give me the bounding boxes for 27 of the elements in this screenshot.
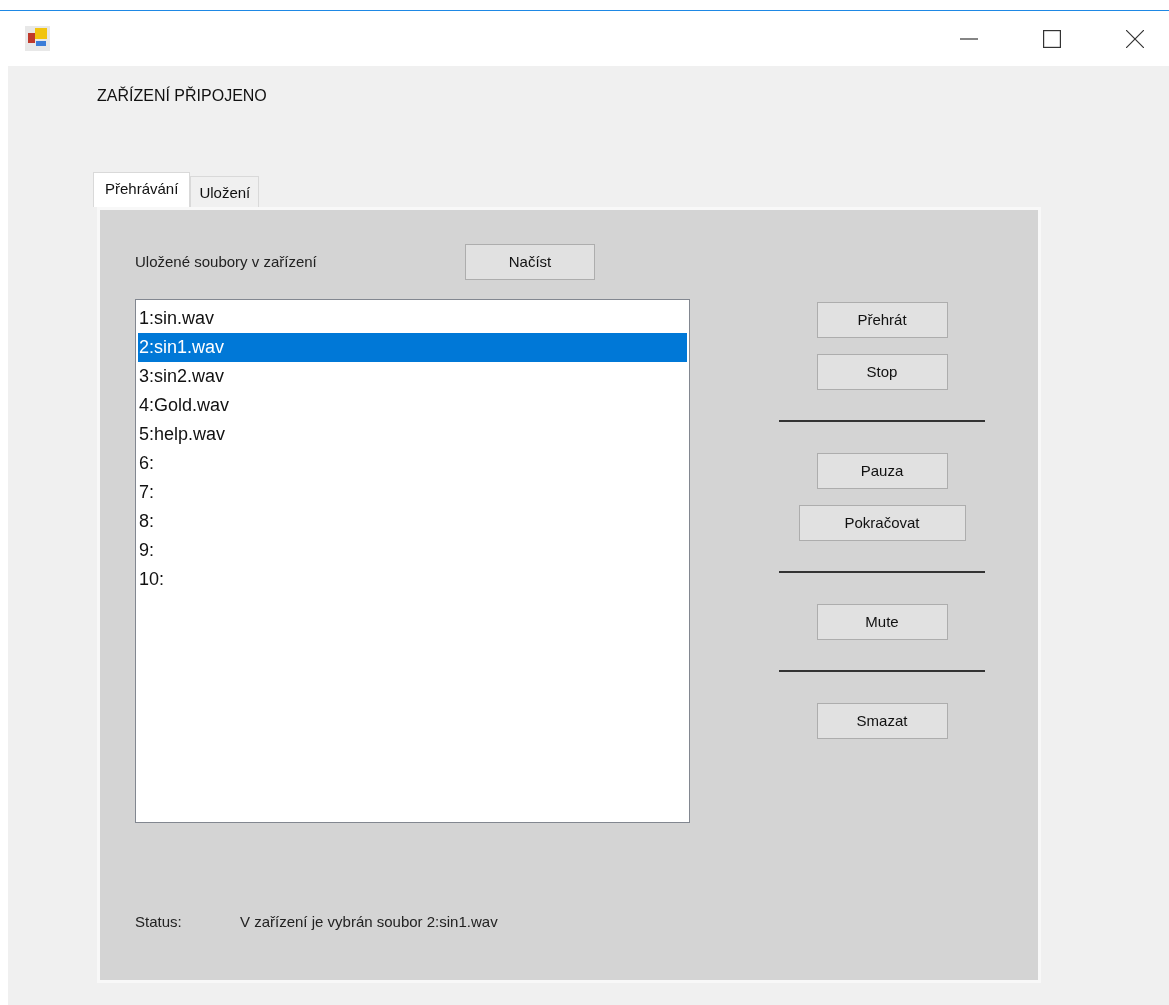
action-button[interactable]: Přehrát (816, 302, 948, 338)
file-list[interactable]: 1:sin.wav 2:sin1.wav 3:sin2.wav 4:Gold.wav 5:help.wav 6: 7: 8: 9: 10: (135, 299, 690, 823)
file-item[interactable]: 8: (138, 507, 687, 536)
app-icon (25, 26, 50, 51)
file-item[interactable]: 9: (138, 536, 687, 565)
action-button[interactable]: Pokračovat (798, 505, 966, 541)
file-item[interactable]: 10: (138, 565, 687, 594)
status-label: Status: (135, 912, 182, 932)
status-text: V zařízení je vybrán soubor 2:sin1.wav (240, 912, 498, 932)
file-item[interactable]: 3:sin2.wav (138, 362, 687, 391)
file-item[interactable]: 6: (138, 449, 687, 478)
action-button[interactable]: Mute (816, 604, 948, 640)
maximize-icon[interactable] (1043, 29, 1061, 48)
tab[interactable]: Přehrávání (93, 172, 191, 207)
file-item[interactable]: 2:sin1.wav (138, 333, 687, 362)
file-item[interactable]: 1:sin.wav (138, 304, 687, 333)
file-item[interactable]: 7: (138, 478, 687, 507)
close-icon[interactable] (1126, 29, 1144, 48)
action-button[interactable]: Smazat (816, 703, 948, 739)
tab[interactable]: Uložení (190, 176, 260, 207)
action-button[interactable]: Pauza (816, 453, 948, 489)
action-button[interactable]: Stop (816, 354, 948, 390)
connection-label: ZAŘÍZENÍ PŘIPOJENO (97, 85, 267, 106)
files-label: Uložené soubory v zařízení (135, 252, 317, 272)
file-item[interactable]: 5:help.wav (138, 420, 687, 449)
file-item[interactable]: 4:Gold.wav (138, 391, 687, 420)
load-button[interactable]: Načíst (465, 244, 595, 280)
